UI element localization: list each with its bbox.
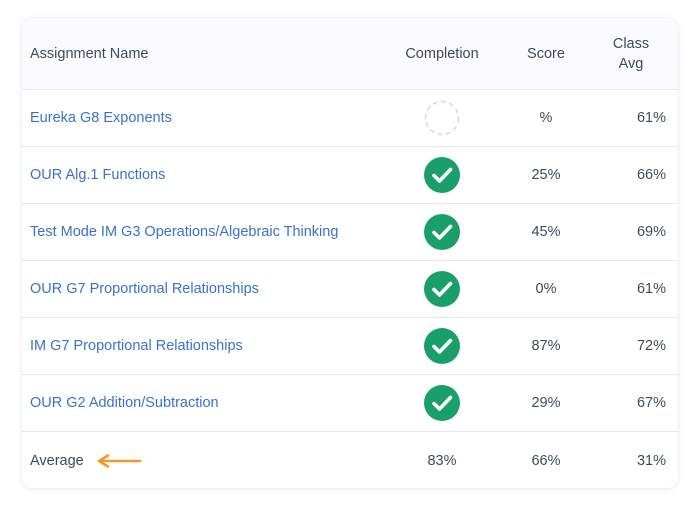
score-value: 45% bbox=[531, 224, 561, 240]
score-value: 25% bbox=[531, 167, 561, 183]
header-assignment-name: Assignment Name bbox=[30, 45, 149, 62]
average-score: 66% bbox=[531, 452, 561, 469]
class-avg-value: 67% bbox=[636, 395, 666, 411]
class-avg-value: 66% bbox=[636, 167, 666, 183]
header-class-avg-line2: Avg bbox=[618, 55, 644, 72]
check-circle-icon bbox=[424, 214, 460, 250]
table-row: Eureka G8 Exponents % 61% bbox=[22, 90, 678, 147]
score-value: % bbox=[539, 110, 553, 126]
check-circle-icon bbox=[424, 271, 460, 307]
header-class-avg-line1: Class bbox=[612, 35, 650, 52]
header-score: Score bbox=[527, 45, 565, 62]
assignment-link[interactable]: IM G7 Proportional Relationships bbox=[30, 338, 243, 354]
header-class-avg: Class Avg bbox=[596, 18, 666, 89]
average-row: Average 83% 66% 31% bbox=[22, 432, 678, 488]
average-class-avg: 31% bbox=[636, 452, 666, 469]
header-completion: Completion bbox=[405, 45, 479, 62]
check-circle-icon bbox=[424, 328, 460, 364]
assignment-link[interactable]: OUR G2 Addition/Subtraction bbox=[30, 395, 219, 411]
check-circle-icon bbox=[424, 385, 460, 421]
table-row: OUR G7 Proportional Relationships 0% 61% bbox=[22, 261, 678, 318]
score-value: 29% bbox=[531, 395, 561, 411]
table-row: Test Mode IM G3 Operations/Algebraic Thi… bbox=[22, 204, 678, 261]
table-row: OUR Alg.1 Functions 25% 66% bbox=[22, 147, 678, 204]
score-value: 0% bbox=[535, 281, 557, 297]
assignment-link[interactable]: OUR Alg.1 Functions bbox=[30, 167, 165, 183]
average-completion: 83% bbox=[427, 452, 457, 469]
class-avg-value: 69% bbox=[636, 224, 666, 240]
assignments-table: Assignment Name Completion Score Class A… bbox=[22, 18, 678, 488]
average-label: Average bbox=[30, 452, 84, 469]
class-avg-value: 72% bbox=[636, 338, 666, 354]
assignment-link[interactable]: Test Mode IM G3 Operations/Algebraic Thi… bbox=[30, 224, 338, 240]
class-avg-value: 61% bbox=[636, 110, 666, 126]
pending-circle-icon bbox=[424, 100, 460, 136]
assignment-link[interactable]: OUR G7 Proportional Relationships bbox=[30, 281, 259, 297]
arrow-left-icon bbox=[97, 453, 142, 468]
assignment-link[interactable]: Eureka G8 Exponents bbox=[30, 110, 172, 126]
check-circle-icon bbox=[424, 157, 460, 193]
class-avg-value: 61% bbox=[636, 281, 666, 297]
score-value: 87% bbox=[531, 338, 561, 354]
table-row: IM G7 Proportional Relationships 87% 72% bbox=[22, 318, 678, 375]
table-row: OUR G2 Addition/Subtraction 29% 67% bbox=[22, 375, 678, 432]
table-header: Assignment Name Completion Score Class A… bbox=[22, 18, 678, 90]
